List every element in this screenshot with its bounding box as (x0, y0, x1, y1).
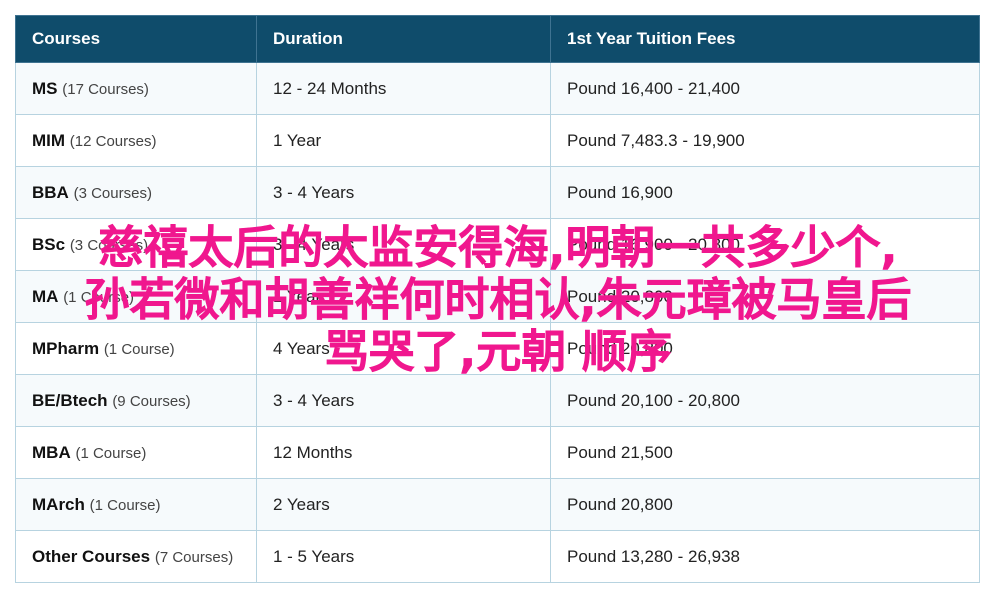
course-count: (3 Courses) (69, 236, 149, 254)
course-name[interactable]: MS (32, 79, 58, 98)
course-cell: BE/Btech (9 Courses) (15, 374, 257, 427)
course-count: (9 Courses) (112, 392, 191, 410)
duration-cell: 1 - 5 Years (256, 530, 551, 583)
course-name[interactable]: MPharm (32, 339, 99, 358)
duration-cell: 3 - 4 Years (256, 374, 551, 427)
course-name[interactable]: MBA (32, 443, 71, 462)
course-cell: MArch (1 Course) (15, 478, 257, 531)
course-name[interactable]: MArch (32, 495, 85, 514)
header-fees: 1st Year Tuition Fees (550, 15, 980, 63)
fees-cell: Pound 20,800 (550, 270, 980, 323)
table-row: Other Courses (7 Courses) 1 - 5 Years Po… (15, 530, 980, 583)
duration-cell: 12 Months (256, 426, 551, 479)
fees-cell: Pound 13,280 - 26,938 (550, 530, 980, 583)
course-name[interactable]: BE/Btech (32, 391, 108, 410)
course-cell: MS (17 Courses) (15, 62, 257, 115)
course-count: (1 Course) (75, 444, 147, 462)
fees-cell: Pound 20,100 - 20,800 (550, 374, 980, 427)
fees-cell: Pound 7,483.3 - 19,900 (550, 114, 980, 167)
duration-cell: 3 - 4 Years (256, 218, 551, 271)
fees-cell: Pound 16,400 - 21,400 (550, 62, 980, 115)
duration-cell: 12 - 24 Months (256, 62, 551, 115)
fees-cell: Pound 20,800 (550, 478, 980, 531)
course-count: (17 Courses) (62, 80, 149, 98)
duration-cell: 3 - 4 Years (256, 166, 551, 219)
course-cell: BBA (3 Courses) (15, 166, 257, 219)
header-courses: Courses (15, 15, 257, 63)
fees-cell: Pound 16,900 (550, 166, 980, 219)
fees-cell: Pound 21,500 (550, 426, 980, 479)
course-name[interactable]: BBA (32, 183, 69, 202)
page: Courses Duration 1st Year Tuition Fees M… (0, 0, 991, 597)
course-cell: MA (1 Course) (15, 270, 257, 323)
course-cell: BSc (3 Courses) (15, 218, 257, 271)
course-cell: MPharm (1 Course) (15, 322, 257, 375)
duration-cell: 2 Years (256, 478, 551, 531)
table-row: BBA (3 Courses) 3 - 4 Years Pound 16,900 (15, 166, 980, 219)
table-row: MS (17 Courses) 12 - 24 Months Pound 16,… (15, 62, 980, 115)
duration-cell: 1 Year (256, 114, 551, 167)
table-header-row: Courses Duration 1st Year Tuition Fees (15, 15, 980, 63)
table-row: BE/Btech (9 Courses) 3 - 4 Years Pound 2… (15, 374, 980, 427)
duration-cell: 4 Years (256, 322, 551, 375)
table-row: BSc (3 Courses) 3 - 4 Years Pound 16,900… (15, 218, 980, 271)
duration-cell: 1 Year (256, 270, 551, 323)
course-count: (3 Courses) (73, 184, 152, 202)
course-count: (1 Course) (89, 496, 161, 514)
fees-cell: Pound 16,900 - 20,800 (550, 218, 980, 271)
course-count: (1 Course) (103, 340, 175, 358)
course-name[interactable]: BSc (32, 235, 65, 254)
course-name[interactable]: Other Courses (32, 547, 150, 566)
course-cell: MBA (1 Course) (15, 426, 257, 479)
table-row: MIM (12 Courses) 1 Year Pound 7,483.3 - … (15, 114, 980, 167)
course-cell: MIM (12 Courses) (15, 114, 257, 167)
tuition-fees-table: Courses Duration 1st Year Tuition Fees M… (15, 15, 980, 583)
table-row: MArch (1 Course) 2 Years Pound 20,800 (15, 478, 980, 531)
table-row: MPharm (1 Course) 4 Years Pound 20,800 (15, 322, 980, 375)
course-cell: Other Courses (7 Courses) (15, 530, 257, 583)
course-count: (1 Course) (63, 288, 135, 306)
course-name[interactable]: MA (32, 287, 58, 306)
table-row: MBA (1 Course) 12 Months Pound 21,500 (15, 426, 980, 479)
course-count: (7 Courses) (154, 548, 234, 566)
fees-cell: Pound 20,800 (550, 322, 980, 375)
course-count: (12 Courses) (69, 132, 157, 150)
header-duration: Duration (256, 15, 551, 63)
table-row: MA (1 Course) 1 Year Pound 20,800 (15, 270, 980, 323)
course-name[interactable]: MIM (32, 131, 65, 150)
